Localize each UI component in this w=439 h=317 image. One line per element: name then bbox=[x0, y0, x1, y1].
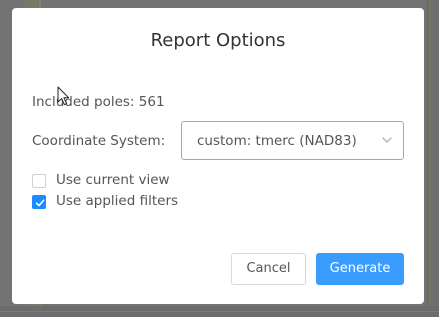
coordinate-system-label: Coordinate System: bbox=[32, 133, 166, 149]
mouse-pointer-icon bbox=[57, 86, 70, 106]
use-applied-filters-checkbox[interactable] bbox=[32, 195, 46, 209]
chevron-down-icon bbox=[382, 137, 392, 143]
report-options-dialog: Report Options Included poles: 561 Coord… bbox=[12, 8, 424, 304]
use-current-view-checkbox[interactable] bbox=[32, 174, 46, 188]
coordinate-system-value: custom: tmerc (NAD83) bbox=[197, 133, 357, 149]
map-road-edge bbox=[430, 0, 431, 317]
included-poles-label: Included poles: bbox=[32, 94, 135, 110]
map-road-edge bbox=[0, 311, 439, 312]
cancel-button[interactable]: Cancel bbox=[231, 253, 306, 285]
included-poles-count: 561 bbox=[138, 94, 165, 110]
use-current-view-label: Use current view bbox=[56, 172, 170, 188]
use-applied-filters-label: Use applied filters bbox=[56, 193, 179, 209]
included-poles-text: Included poles: 561 bbox=[32, 94, 165, 110]
checkmark-icon bbox=[35, 199, 45, 207]
dialog-title: Report Options bbox=[150, 30, 286, 51]
coordinate-system-select[interactable]: custom: tmerc (NAD83) bbox=[181, 121, 404, 160]
map-road bbox=[426, 0, 439, 317]
generate-button[interactable]: Generate bbox=[316, 253, 404, 285]
